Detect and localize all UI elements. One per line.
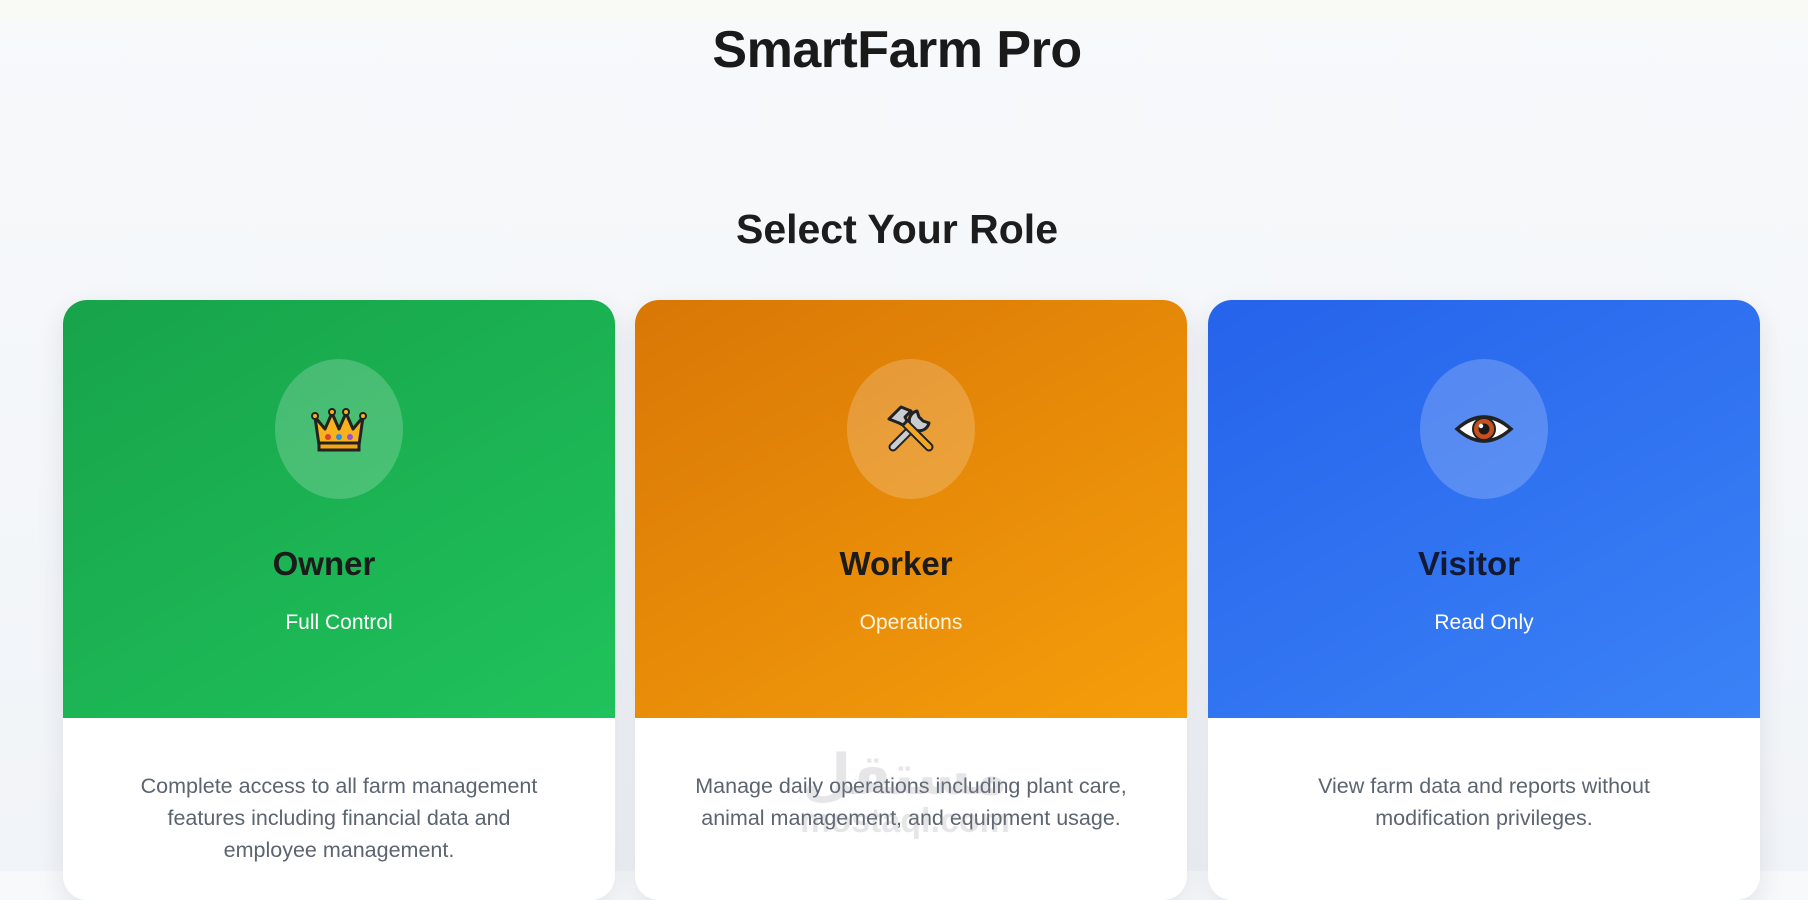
top-strip — [0, 0, 1808, 20]
eye-icon — [1454, 415, 1514, 443]
role-card-worker[interactable]: Worker Operations Manage daily operation… — [635, 300, 1187, 900]
role-name: Worker — [839, 545, 953, 582]
role-name: Owner — [272, 545, 376, 582]
role-card-header: Visitor Read Only — [1208, 300, 1760, 718]
role-tag: Read Only — [1434, 611, 1534, 634]
role-icon-badge — [1420, 359, 1548, 499]
role-description: Complete access to all farm management f… — [140, 774, 538, 862]
crown-icon — [311, 408, 367, 452]
role-description: Manage daily operations including plant … — [695, 774, 1127, 830]
hammer-and-wrench-icon — [887, 405, 934, 452]
role-icon-badge — [847, 359, 975, 499]
role-card-visitor[interactable]: Visitor Read Only View farm data and rep… — [1208, 300, 1760, 900]
role-card-header: Owner Full Control — [63, 300, 615, 718]
role-name: Visitor — [1417, 545, 1521, 582]
role-card-owner[interactable]: Owner Full Control Complete access to al… — [63, 300, 615, 900]
role-tag: Full Control — [285, 611, 393, 634]
section-title: Select Your Role — [735, 206, 1059, 252]
role-tag: Operations — [859, 611, 963, 634]
role-description: View farm data and reports without modif… — [1318, 774, 1650, 830]
role-card-header: Worker Operations — [635, 300, 1187, 718]
role-icon-badge — [275, 359, 403, 499]
app-title: SmartFarm Pro — [712, 21, 1082, 79]
